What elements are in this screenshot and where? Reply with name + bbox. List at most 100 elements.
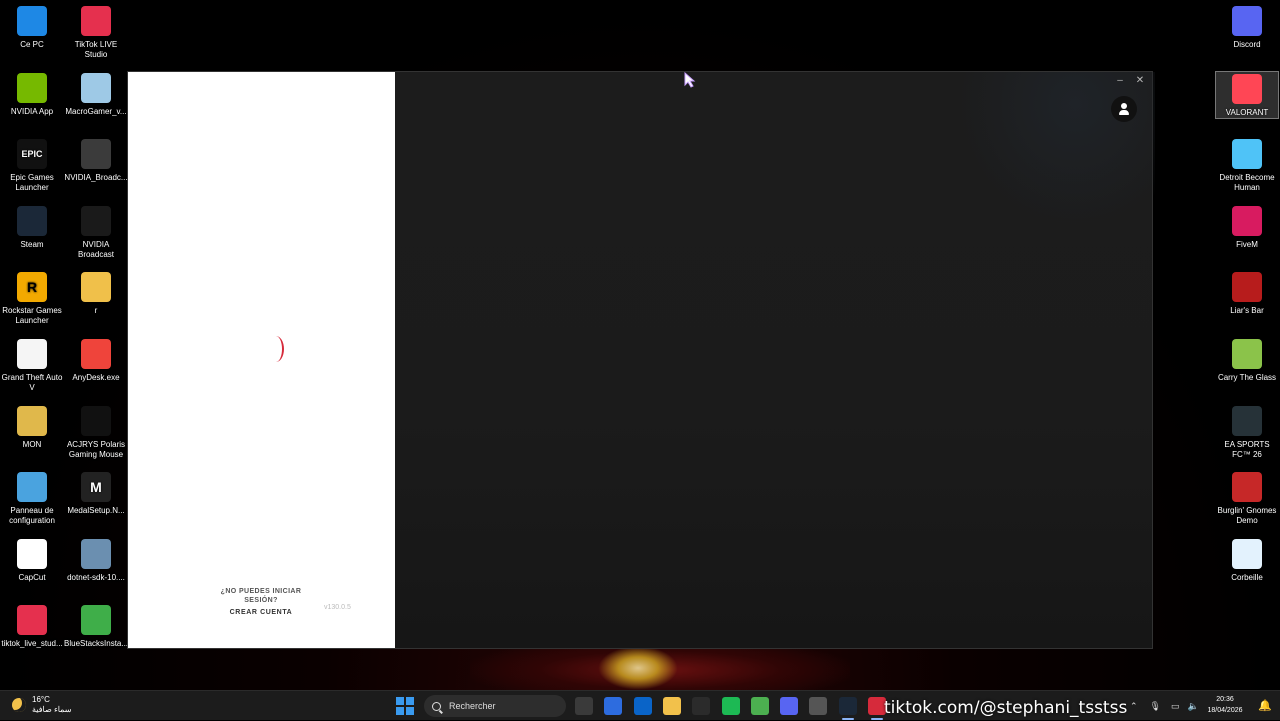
ea-fc-icon xyxy=(1232,405,1262,436)
desktop-icon[interactable]: CapCut xyxy=(0,537,64,583)
desktop-icon-label: EA SPORTS FC™ 26 xyxy=(1224,439,1270,459)
desktop-icon[interactable]: Discord xyxy=(1215,4,1279,50)
clock[interactable]: 20:36 18/04/2026 xyxy=(1205,694,1245,716)
start-button[interactable] xyxy=(396,697,414,715)
disc-icon xyxy=(81,72,111,103)
desktop-icon[interactable]: M MedalSetup.N... xyxy=(64,470,128,516)
store-icon[interactable] xyxy=(604,697,623,715)
desktop-icon-label: Liar's Bar xyxy=(1230,306,1264,316)
folder-icon xyxy=(17,405,47,436)
profile-button[interactable] xyxy=(1111,96,1137,122)
desktop-icon-label: Rockstar Games Launcher xyxy=(2,306,62,326)
desktop-icon-label: MON xyxy=(22,439,42,449)
microphone-icon[interactable]: 🎙 xyxy=(1150,701,1161,712)
desktop-icon[interactable]: NVIDIA_Broadc... xyxy=(64,137,128,183)
fivem-icon xyxy=(1232,205,1262,236)
desktop-icon[interactable]: Grand Theft Auto V xyxy=(0,337,64,393)
desktop-icon-label: Detroit Become Human xyxy=(1219,173,1275,193)
desktop: Ce PC NVIDIA App EPIC Epic Games Launcher St… xyxy=(0,0,1280,690)
file-explorer-icon[interactable] xyxy=(662,697,681,715)
desktop-icon[interactable]: NVIDIA App xyxy=(0,71,64,117)
close-button[interactable]: ✕ xyxy=(1132,74,1148,88)
steam-taskbar-icon[interactable] xyxy=(838,697,857,715)
desktop-icon[interactable]: NVIDIA Broadcast xyxy=(64,204,128,260)
temperature-label: 16°C xyxy=(32,695,50,704)
desktop-icon[interactable]: Ce PC xyxy=(0,4,64,50)
taskbar-search[interactable]: Rechercher xyxy=(424,695,566,717)
task-view-icon[interactable] xyxy=(575,697,593,715)
tiktok-icon xyxy=(17,605,47,636)
desktop-icon[interactable]: tiktok_live_stud... xyxy=(0,603,64,649)
create-account-link[interactable]: CREAR CUENTA xyxy=(216,609,306,616)
taskbar: 16°C سماء صافية Rechercher tiktok.com/@s… xyxy=(0,690,1280,720)
desktop-icon[interactable]: FiveM xyxy=(1215,204,1279,250)
time-label: 20:36 xyxy=(1216,696,1234,703)
desktop-icon[interactable]: EPIC Epic Games Launcher xyxy=(0,137,64,193)
discord-icon xyxy=(1232,6,1262,36)
version-label: v130.0.5 xyxy=(324,604,351,611)
desktop-icon[interactable]: AnyDesk.exe xyxy=(64,337,128,383)
cant-login-link[interactable]: ¿NO PUEDES INICIAR SESIÓN? xyxy=(216,587,306,605)
desktop-icon[interactable]: Liar's Bar xyxy=(1215,270,1279,316)
desktop-icon[interactable]: dotnet-sdk-10.... xyxy=(64,537,128,583)
desktop-icon-label: Epic Games Launcher xyxy=(10,173,54,193)
nvidia-icon xyxy=(17,72,47,103)
date-label: 18/04/2026 xyxy=(1207,707,1243,714)
search-placeholder: Rechercher xyxy=(449,701,496,711)
nvidia-broadcast-icon xyxy=(81,139,111,170)
notification-bell-icon[interactable]: 🔔 xyxy=(1258,699,1272,712)
desktop-icon[interactable]: Carry The Glass xyxy=(1215,337,1279,383)
detroit-icon xyxy=(1232,139,1262,170)
discord-taskbar-icon[interactable] xyxy=(780,697,799,715)
desktop-icon[interactable]: EA SPORTS FC™ 26 xyxy=(1215,404,1279,460)
desktop-icon[interactable]: R Rockstar Games Launcher xyxy=(0,270,64,326)
installer-icon xyxy=(81,538,111,569)
desktop-icon[interactable]: Corbeille xyxy=(1215,537,1279,583)
moon-icon xyxy=(12,698,26,712)
desktop-icon[interactable]: ACJRYS Polaris Gaming Mouse xyxy=(64,404,128,460)
outlook-icon[interactable] xyxy=(633,697,652,715)
desktop-icon-label: FiveM xyxy=(1236,239,1258,249)
desktop-icon[interactable]: BlueStacksInsta... xyxy=(64,603,128,649)
anydesk-icon xyxy=(81,339,111,369)
system-tray: ⌃ 🎙 ▭ 🔈 xyxy=(1130,691,1199,721)
desktop-icon[interactable]: MacroGamer_v... xyxy=(64,71,128,117)
folder-icon xyxy=(81,272,111,303)
minimize-button[interactable]: – xyxy=(1112,74,1128,88)
chrome-icon[interactable] xyxy=(750,697,769,715)
riot-client-icon[interactable] xyxy=(809,697,828,715)
cursor-icon xyxy=(684,72,696,88)
desktop-icon[interactable]: VALORANT xyxy=(1215,70,1279,119)
liars-bar-icon xyxy=(1232,272,1262,303)
desktop-icon[interactable]: TikTok LIVE Studio xyxy=(64,4,128,60)
carry-glass-icon xyxy=(1232,339,1262,369)
desktop-icon[interactable]: Steam xyxy=(0,204,64,250)
mouse-icon xyxy=(81,405,111,436)
desktop-icon[interactable]: r xyxy=(64,270,128,316)
recycle-bin-icon xyxy=(1232,538,1262,569)
desktop-icon-label: MacroGamer_v... xyxy=(65,106,127,116)
chevron-up-icon[interactable]: ⌃ xyxy=(1130,701,1138,712)
steam-icon xyxy=(17,205,47,236)
weather-widget[interactable]: 16°C سماء صافية xyxy=(12,695,72,715)
monitor-icon xyxy=(17,6,47,36)
spotify-icon[interactable] xyxy=(721,697,740,715)
desktop-icon-label: Corbeille xyxy=(1231,572,1263,582)
desktop-icon-label: CapCut xyxy=(18,572,46,582)
desktop-icon-label: ACJRYS Polaris Gaming Mouse xyxy=(66,439,126,459)
desktop-icon[interactable]: MON xyxy=(0,404,64,450)
volume-icon[interactable]: 🔈 xyxy=(1188,701,1199,712)
weather-desc-label: سماء صافية xyxy=(32,705,72,714)
desktop-icon[interactable]: Panneau de configuration xyxy=(0,470,64,526)
desktop-icon[interactable]: Detroit Become Human xyxy=(1215,137,1279,193)
gnome-icon xyxy=(1232,472,1262,503)
desktop-icon[interactable]: Burglin' Gnomes Demo xyxy=(1215,470,1279,526)
bluestacks-icon xyxy=(81,605,111,636)
desktop-icon-label: VALORANT xyxy=(1225,107,1269,117)
launcher-art-area xyxy=(395,72,1155,648)
valorant-taskbar-icon[interactable] xyxy=(692,697,711,715)
desktop-icon-label: Carry The Glass xyxy=(1217,373,1277,382)
desktop-icon-label: dotnet-sdk-10.... xyxy=(67,572,125,582)
network-icon[interactable]: ▭ xyxy=(1171,701,1180,712)
desktop-icon-label: NVIDIA_Broadc... xyxy=(64,173,128,183)
